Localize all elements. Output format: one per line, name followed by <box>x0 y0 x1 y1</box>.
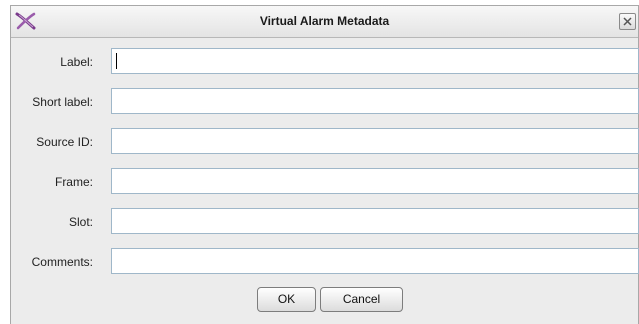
label-field-label: Label: <box>60 55 93 69</box>
slot-input[interactable] <box>111 208 639 234</box>
short-label-field-label: Short label: <box>32 95 93 109</box>
ok-button[interactable]: OK <box>257 287 316 312</box>
virtual-alarm-metadata-dialog: Virtual Alarm Metadata Label: Short labe… <box>10 5 639 324</box>
comments-field-label: Comments: <box>31 255 93 269</box>
frame-field-label: Frame: <box>54 175 93 189</box>
cancel-button[interactable]: Cancel <box>320 287 403 312</box>
label-input[interactable] <box>111 48 639 74</box>
dialog-title: Virtual Alarm Metadata <box>259 14 390 28</box>
text-caret <box>116 53 117 69</box>
dialog-titlebar[interactable]: Virtual Alarm Metadata <box>11 6 638 38</box>
close-button[interactable] <box>619 13 636 30</box>
comments-input[interactable] <box>111 248 639 274</box>
source-id-field-label: Source ID: <box>36 135 93 149</box>
short-label-input[interactable] <box>111 88 639 114</box>
frame-input[interactable] <box>111 168 639 194</box>
close-icon <box>623 17 632 26</box>
source-id-input[interactable] <box>111 128 639 154</box>
slot-field-label: Slot: <box>68 215 93 229</box>
